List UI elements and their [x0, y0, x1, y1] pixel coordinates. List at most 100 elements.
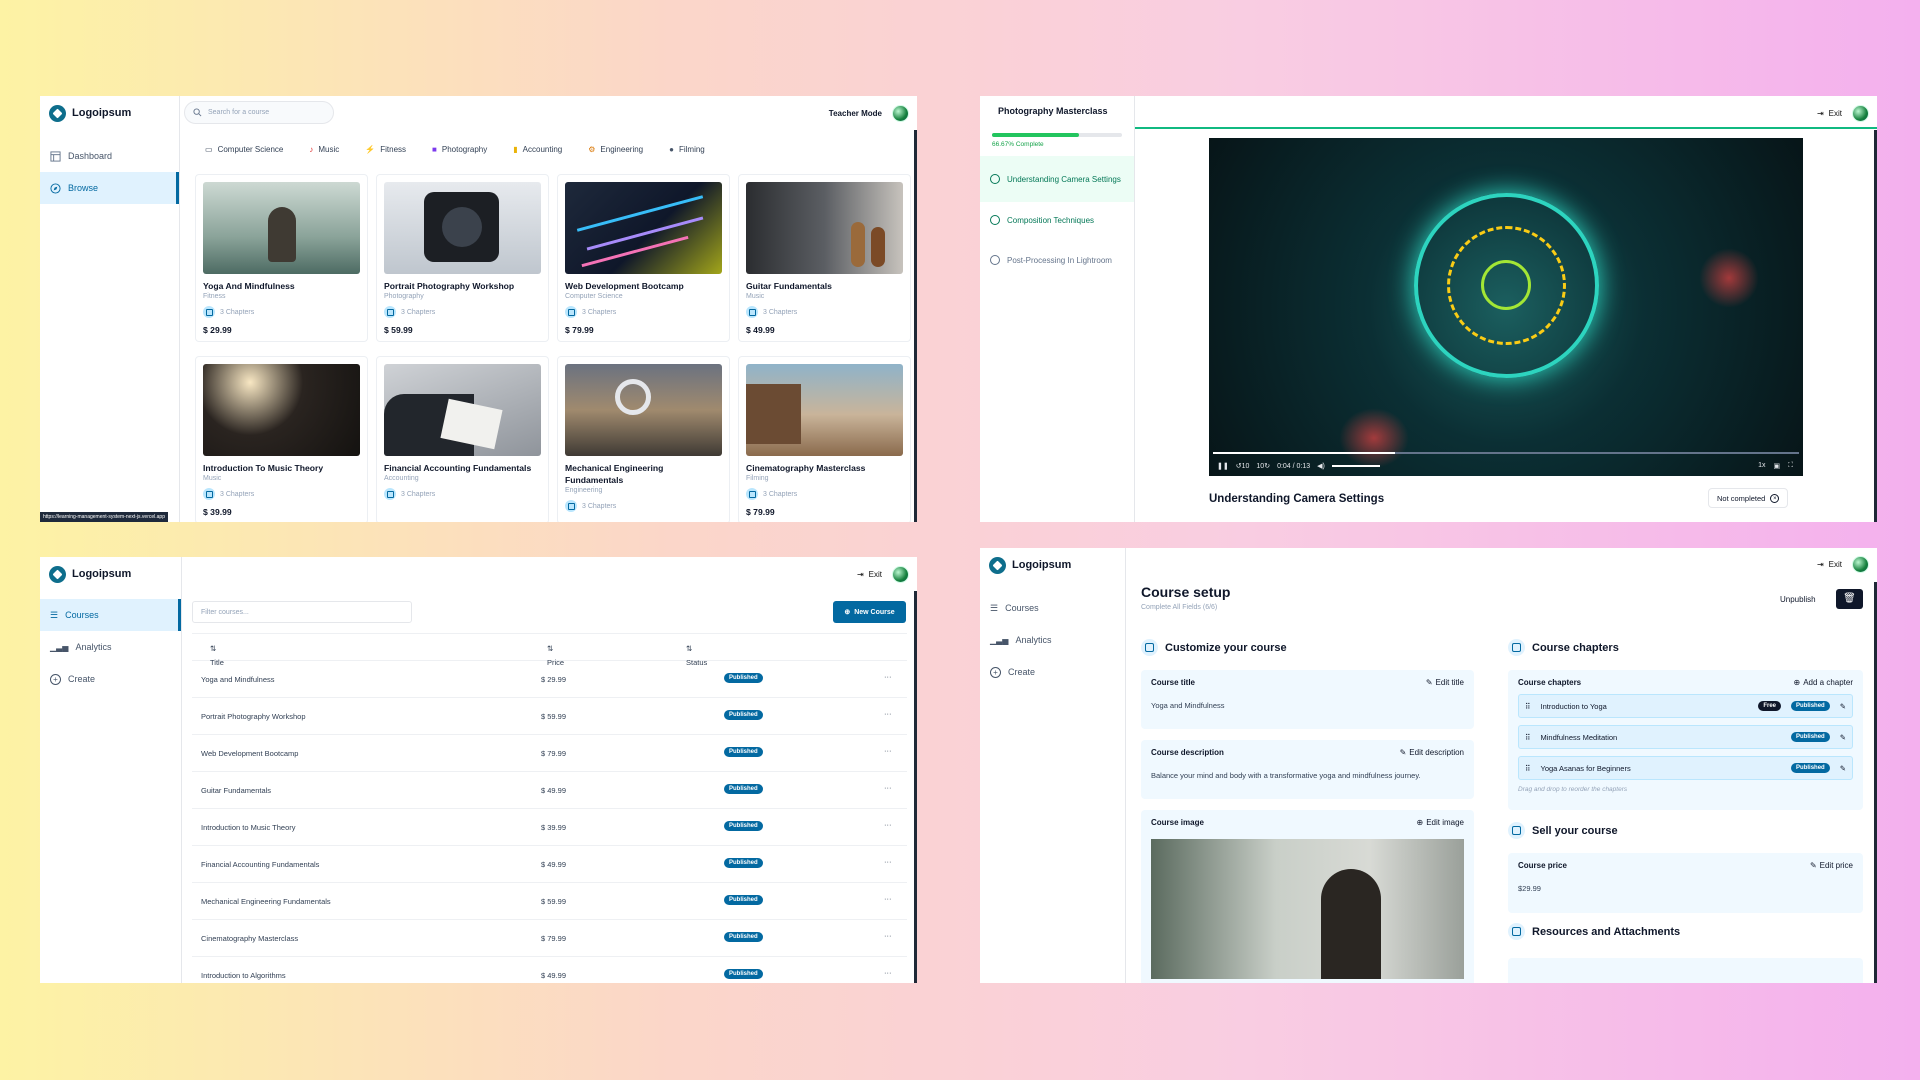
table-row[interactable]: Financial Accounting Fundamentals $ 49.99…	[192, 846, 907, 883]
pencil-icon[interactable]: ✎	[1840, 702, 1846, 711]
scrollbar[interactable]	[914, 130, 917, 522]
course-card[interactable]: Yoga And Mindfulness Fitness 3 Chapters $ 2…	[195, 174, 368, 342]
more-actions-button[interactable]: ···	[884, 968, 892, 977]
table-row[interactable]: Introduction to Music Theory $ 39.99 Publi…	[192, 809, 907, 846]
logo[interactable]: Logoipsum	[980, 548, 1125, 582]
page-title: Course setup	[1141, 584, 1231, 600]
course-card[interactable]: Guitar Fundamentals Music 3 Chapters $ 49.9…	[738, 174, 911, 342]
avatar[interactable]	[1852, 104, 1869, 122]
more-actions-button[interactable]: ···	[884, 894, 892, 903]
course-card[interactable]: Financial Accounting Fundamentals Account…	[376, 356, 549, 522]
course-title-cell: Introduction to Algorithms	[201, 971, 286, 980]
rewind-icon[interactable]: ↺10	[1236, 462, 1250, 470]
volume-icon[interactable]: ◀)	[1317, 462, 1325, 470]
forward-icon[interactable]: 10↻	[1256, 462, 1270, 470]
category-engineering[interactable]: ⚙ Engineering	[581, 140, 650, 159]
table-row[interactable]: Cinematography Masterclass $ 79.99 Publish…	[192, 920, 907, 957]
sort-status[interactable]: Status ⇅	[686, 644, 707, 667]
more-actions-button[interactable]: ···	[884, 931, 892, 940]
more-actions-button[interactable]: ···	[884, 672, 892, 681]
category-fitness[interactable]: ⚡ Fitness	[358, 140, 413, 159]
avatar[interactable]	[892, 565, 909, 583]
filter-input[interactable]: Filter courses...	[192, 601, 412, 623]
table-row[interactable]: Mechanical Engineering Fundamentals $ 59.…	[192, 883, 907, 920]
add-chapter-button[interactable]: ⊕ Add a chapter	[1793, 678, 1853, 687]
more-actions-button[interactable]: ···	[884, 783, 892, 792]
sidebar-item-analytics[interactable]: ▁▃▅ Analytics	[40, 631, 181, 663]
sidebar-item-courses[interactable]: ☰ Courses	[40, 599, 181, 631]
table-row[interactable]: Portrait Photography Workshop $ 59.99 Publ…	[192, 698, 907, 735]
category-accounting[interactable]: ▮ Accounting	[506, 140, 569, 159]
edit-price-button[interactable]: ✎ Edit price	[1810, 861, 1853, 870]
category-photography[interactable]: ■ Photography	[425, 140, 494, 159]
table-row[interactable]: Web Development Bootcamp $ 79.99 Published…	[192, 735, 907, 772]
sidebar-item-create[interactable]: + Create	[40, 663, 181, 695]
music-icon: ♪	[309, 145, 314, 154]
exit-button[interactable]: ⇥ Exit	[857, 570, 882, 579]
search-input[interactable]: Search for a course	[184, 101, 334, 124]
edit-title-button[interactable]: ✎ Edit title	[1426, 678, 1464, 687]
avatar[interactable]	[1852, 555, 1869, 573]
sidebar-item-courses[interactable]: ☰ Courses	[980, 592, 1125, 624]
avatar[interactable]	[892, 104, 909, 122]
pip-icon[interactable]: ▣	[1773, 462, 1780, 470]
unpublish-button[interactable]: Unpublish	[1780, 595, 1816, 604]
status-badge: Published	[724, 969, 763, 979]
edit-description-button[interactable]: ✎ Edit description	[1400, 748, 1464, 757]
new-course-button[interactable]: ⊕ New Course	[833, 601, 906, 623]
teacher-mode-button[interactable]: Teacher Mode	[829, 109, 882, 118]
course-card[interactable]: Cinematography Masterclass Filming 3 Chapt…	[738, 356, 911, 522]
more-actions-button[interactable]: ···	[884, 820, 892, 829]
chapter-row[interactable]: ⠿ Introduction to Yoga Free Published ✎	[1518, 694, 1853, 718]
edit-image-button[interactable]: ⊕ Edit image	[1417, 818, 1465, 827]
book-icon	[746, 488, 758, 500]
scrollbar[interactable]	[1874, 130, 1877, 522]
table-row[interactable]: Guitar Fundamentals $ 49.99 Published ···	[192, 772, 907, 809]
sidebar-item-analytics[interactable]: ▁▃▅ Analytics	[980, 624, 1125, 656]
category-computer-science[interactable]: ▭ Computer Science	[198, 140, 290, 159]
logo[interactable]: Logoipsum	[40, 559, 181, 589]
mark-complete-button[interactable]: Not completed ×	[1708, 488, 1789, 508]
price-cell: $ 49.99	[541, 860, 567, 869]
chapter-item[interactable]: Post-Processing In Lightroom	[980, 238, 1134, 282]
playback-speed[interactable]: 1x	[1758, 462, 1765, 470]
scrollbar[interactable]	[914, 591, 917, 983]
table-row[interactable]: Yoga and Mindfulness $ 29.99 Published ···	[192, 661, 907, 698]
exit-button[interactable]: ⇥ Exit	[1817, 109, 1842, 118]
video-player[interactable]: ❚❚ ↺10 10↻ 0:04 / 0:13 ◀) 1x ▣ ⛶	[1209, 138, 1803, 476]
course-card[interactable]: Portrait Photography Workshop Photography…	[376, 174, 549, 342]
course-card[interactable]: Mechanical Engineering Fundamentals Engin…	[557, 356, 730, 522]
course-card[interactable]: Introduction To Music Theory Music 3 Chapt…	[195, 356, 368, 522]
sidebar-item-dashboard[interactable]: Dashboard	[40, 140, 179, 172]
chapter-item[interactable]: Understanding Camera Settings	[980, 156, 1134, 202]
chapter-item[interactable]: Composition Techniques	[980, 202, 1134, 238]
course-card[interactable]: Web Development Bootcamp Computer Science…	[557, 174, 730, 342]
video-seek-bar[interactable]	[1213, 452, 1799, 454]
more-actions-button[interactable]: ···	[884, 709, 892, 718]
more-actions-button[interactable]: ···	[884, 857, 892, 866]
chapter-row[interactable]: ⠿ Mindfulness Meditation Published ✎	[1518, 725, 1853, 749]
more-actions-button[interactable]: ···	[884, 746, 892, 755]
chapter-row[interactable]: ⠿ Yoga Asanas for Beginners Published ✎	[1518, 756, 1853, 780]
fullscreen-icon[interactable]: ⛶	[1788, 462, 1793, 470]
exit-button[interactable]: ⇥ Exit	[1817, 560, 1842, 569]
pencil-icon[interactable]: ✎	[1840, 764, 1846, 773]
status-badge: Published	[724, 821, 763, 831]
grip-icon[interactable]: ⠿	[1525, 764, 1531, 773]
price-cell: $ 59.99	[541, 897, 567, 906]
volume-slider[interactable]	[1331, 465, 1380, 467]
sort-price[interactable]: Price ⇅	[547, 644, 564, 667]
delete-button[interactable]: 🗑	[1836, 589, 1863, 609]
logo[interactable]: Logoipsum	[40, 96, 179, 130]
sidebar-item-create[interactable]: + Create	[980, 656, 1125, 688]
scrollbar[interactable]	[1874, 582, 1877, 983]
table-row[interactable]: Introduction to Algorithms $ 49.99 Publish…	[192, 957, 907, 983]
sidebar-item-browse[interactable]: Browse	[40, 172, 179, 204]
pause-icon[interactable]: ❚❚	[1217, 462, 1229, 470]
grip-icon[interactable]: ⠿	[1525, 733, 1531, 742]
category-music[interactable]: ♪ Music	[302, 140, 346, 159]
sort-title[interactable]: Title ⇅	[210, 644, 224, 667]
category-filming[interactable]: ● Filming	[662, 140, 712, 159]
pencil-icon[interactable]: ✎	[1840, 733, 1846, 742]
grip-icon[interactable]: ⠿	[1525, 702, 1531, 711]
